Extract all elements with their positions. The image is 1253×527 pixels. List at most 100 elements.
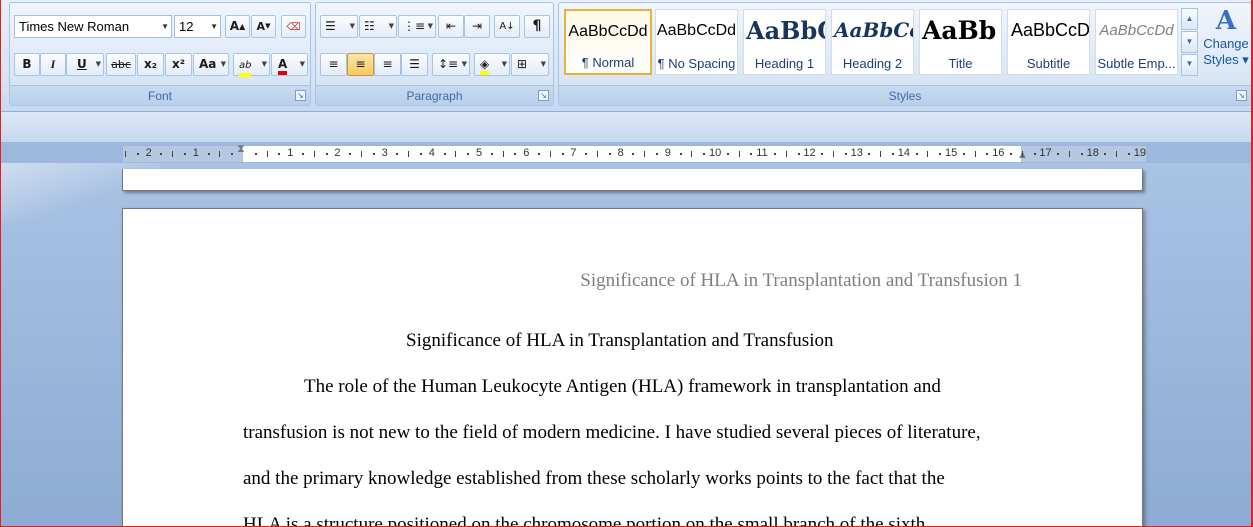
style-normal[interactable]: AaBbCcDd ¶ Normal (564, 9, 652, 75)
ruler-tick (372, 153, 375, 155)
previous-page-bottom (122, 169, 1143, 191)
align-center-button[interactable]: ≡ (347, 53, 374, 76)
align-right-icon: ≡ (382, 57, 393, 71)
ruler-tick (1033, 153, 1036, 155)
bullets-button[interactable]: ☰ ▼ (320, 15, 358, 38)
style-subtle-emphasis[interactable]: AaBbCcDd Subtle Emp... (1095, 9, 1178, 75)
chevron-down-icon[interactable]: ▼ (262, 54, 267, 75)
font-color-icon: A (278, 57, 288, 75)
increase-indent-button[interactable]: ⇥ (464, 15, 490, 38)
ruler-tick (361, 151, 362, 157)
styles-scroll-down-button[interactable]: ▼ (1181, 31, 1198, 53)
multilevel-list-button[interactable]: ⋮≡ ▼ (398, 15, 436, 38)
font-name-value: Times New Roman (19, 19, 130, 34)
sort-button[interactable]: A↓ (494, 15, 520, 38)
font-name-combo[interactable]: Times New Roman ▼ (14, 15, 172, 38)
chevron-down-icon[interactable]: ▼ (502, 54, 507, 75)
chevron-down-icon[interactable]: ▼ (210, 16, 218, 37)
change-styles-button[interactable]: A Change Styles ▾ (1201, 6, 1251, 68)
style-heading-1[interactable]: AaBbC Heading 1 (743, 9, 826, 75)
bullets-icon: ☰ (325, 19, 336, 33)
numbering-button[interactable]: ☷ ▼ (359, 15, 397, 38)
font-size-combo[interactable]: 12 ▼ (174, 15, 221, 38)
ruler-label: 1 (192, 147, 199, 159)
bold-button[interactable]: B (14, 53, 40, 76)
styles-more-button[interactable]: ▼ (1181, 54, 1198, 76)
ruler-tick (880, 151, 882, 157)
clear-formatting-button[interactable]: ⌫ (281, 15, 306, 38)
ruler-label: 8 (617, 147, 624, 159)
ruler-label: 1 (287, 147, 294, 159)
style-no-spacing[interactable]: AaBbCcDd ¶ No Spacing (655, 9, 738, 75)
shading-button[interactable]: ◈ ▼ (474, 53, 510, 76)
ruler-tick (467, 153, 470, 155)
horizontal-ruler[interactable]: ⧗ ▲ 2112345678910111213141516171819 (122, 143, 1147, 163)
ruler-tick (278, 153, 281, 155)
decrease-indent-icon: ⇤ (445, 19, 457, 33)
strikethrough-button[interactable]: abc (106, 53, 136, 76)
chevron-down-icon[interactable]: ▼ (541, 54, 546, 75)
ruler-label: 12 (803, 147, 816, 159)
grow-font-button[interactable]: A▲ (225, 15, 250, 38)
style-heading-2[interactable]: AaBbCc Heading 2 (831, 9, 914, 75)
increase-indent-icon: ⇥ (471, 19, 483, 33)
ruler-tick (750, 153, 753, 155)
ruler-label: 7 (570, 147, 577, 159)
first-line-indent-marker[interactable]: ⧗ (237, 143, 245, 156)
ruler-tick (349, 153, 352, 155)
ruler-label: 9 (664, 147, 671, 159)
ruler-tick (656, 153, 658, 155)
chevron-down-icon[interactable]: ▼ (462, 54, 467, 75)
shrink-font-button[interactable]: A▼ (251, 15, 276, 38)
document-title[interactable]: Significance of HLA in Transplantation a… (406, 330, 833, 352)
align-left-icon: ≡ (328, 57, 339, 71)
ruler-label: 17 (1039, 147, 1052, 159)
ruler-tick (1128, 153, 1130, 155)
underline-button[interactable]: U ▼ (66, 53, 104, 76)
align-right-button[interactable]: ≡ (374, 53, 401, 76)
chevron-down-icon[interactable]: ▼ (161, 16, 169, 37)
ruler-tick (561, 153, 564, 155)
body-line-3[interactable]: and the primary knowledge established fr… (243, 468, 945, 490)
ruler-tick (408, 151, 410, 157)
chevron-down-icon[interactable]: ▼ (428, 16, 433, 37)
subscript-button[interactable]: x₂ (137, 53, 164, 76)
document-page[interactable]: Significance of HLA in Transplantation a… (122, 208, 1143, 526)
align-left-button[interactable]: ≡ (320, 53, 347, 76)
ruler-tick (266, 151, 268, 157)
ruler-label: 11 (756, 147, 768, 159)
ruler-tick (797, 153, 800, 155)
highlight-button[interactable]: ab ▼ (233, 53, 270, 77)
chevron-down-icon[interactable]: ▼ (96, 54, 101, 75)
ruler-tick (455, 151, 457, 157)
styles-scroll-up-button[interactable]: ▲ (1181, 8, 1198, 30)
ruler-tick (325, 153, 328, 155)
style-title[interactable]: AaBb Title (919, 9, 1002, 75)
decrease-indent-button[interactable]: ⇤ (438, 15, 464, 38)
chevron-down-icon[interactable]: ▼ (389, 16, 394, 37)
borders-button[interactable]: ⊞ ▼ (511, 53, 549, 76)
style-subtitle[interactable]: AaBbCcD Subtitle (1007, 9, 1090, 75)
dialog-launcher-icon[interactable]: ↘ (1236, 90, 1247, 101)
superscript-button[interactable]: x² (165, 53, 192, 76)
ruler-tick (1104, 153, 1107, 155)
italic-button[interactable]: I (40, 53, 66, 76)
ruler-tick (974, 151, 976, 157)
change-case-button[interactable]: Aa ▼ (193, 53, 229, 76)
ruler-tick (632, 153, 635, 155)
chevron-down-icon[interactable]: ▼ (350, 16, 355, 37)
body-line-2[interactable]: transfusion is not new to the field of m… (243, 422, 981, 444)
justify-button[interactable]: ☰ (401, 53, 428, 76)
body-line-4[interactable]: HLA is a structure positioned on the chr… (243, 514, 925, 526)
font-color-button[interactable]: A ▼ (271, 53, 308, 76)
line-spacing-button[interactable]: ↕≡ ▼ (432, 53, 470, 76)
dialog-launcher-icon[interactable]: ↘ (295, 90, 306, 101)
ruler-tick (679, 153, 682, 155)
chevron-down-icon[interactable]: ▼ (221, 54, 226, 75)
chevron-down-icon[interactable]: ▼ (300, 54, 305, 75)
body-line-1[interactable]: The role of the Human Leukocyte Antigen … (304, 376, 941, 398)
show-marks-button[interactable]: ¶ (524, 15, 550, 38)
justify-icon: ☰ (409, 57, 420, 71)
running-header[interactable]: Significance of HLA in Transplantation a… (580, 270, 1022, 292)
dialog-launcher-icon[interactable]: ↘ (538, 90, 549, 101)
